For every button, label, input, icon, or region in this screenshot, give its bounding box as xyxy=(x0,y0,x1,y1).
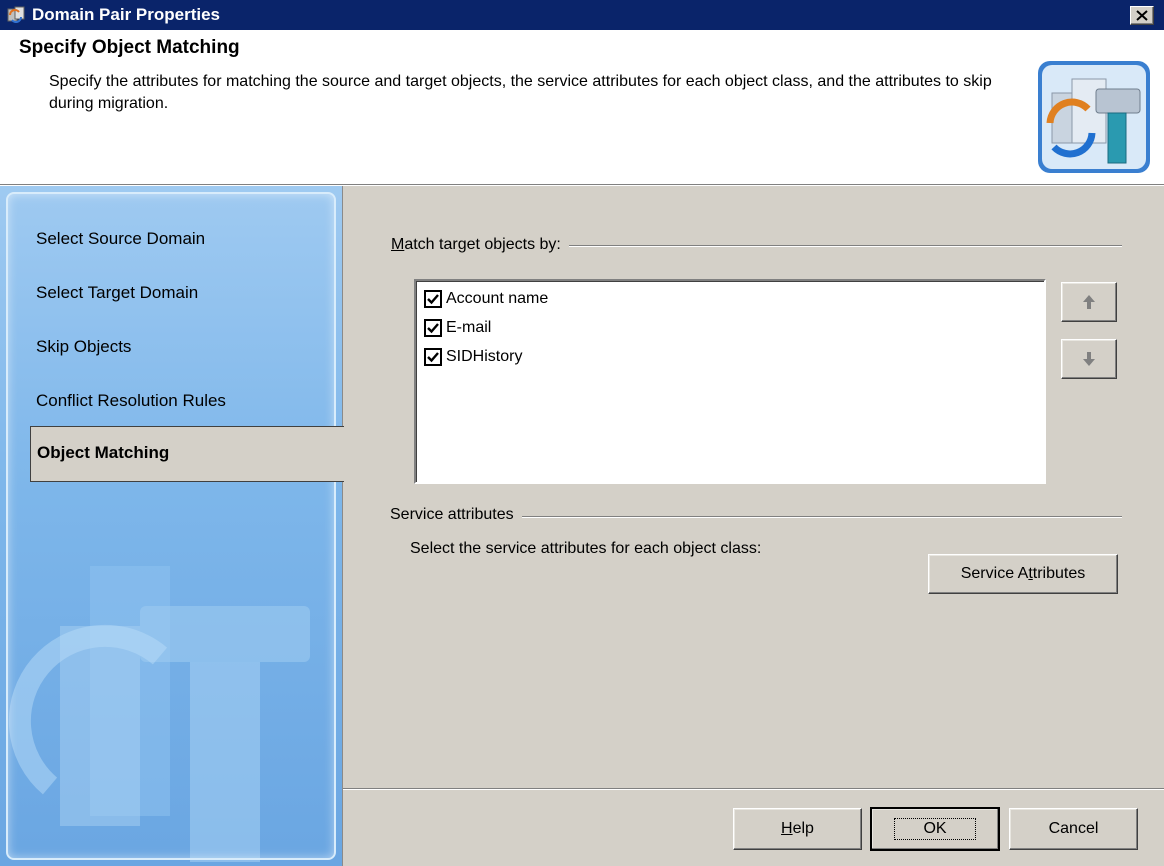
close-icon xyxy=(1136,10,1148,21)
checkbox[interactable] xyxy=(424,348,442,366)
close-button[interactable] xyxy=(1130,6,1154,25)
nav-item-skip-objects[interactable]: Skip Objects xyxy=(36,337,131,357)
migration-tool-icon xyxy=(1038,61,1150,173)
help-button[interactable]: Help xyxy=(733,808,862,850)
list-item-label: Account name xyxy=(446,290,549,307)
arrow-down-icon xyxy=(1083,352,1095,366)
match-group-label: Match target objects by: xyxy=(391,236,569,254)
nav-item-label: Object Matching xyxy=(37,443,170,462)
list-item[interactable]: Account name xyxy=(424,288,548,310)
checkbox[interactable] xyxy=(424,319,442,337)
title-bar: Domain Pair Properties xyxy=(0,0,1164,30)
list-item[interactable]: E-mail xyxy=(424,317,491,339)
nav-item-conflict-resolution-rules[interactable]: Conflict Resolution Rules xyxy=(36,391,226,411)
nav-item-select-target-domain[interactable]: Select Target Domain xyxy=(36,283,198,303)
app-icon xyxy=(7,6,25,23)
check-icon xyxy=(427,323,439,334)
list-item-label: SIDHistory xyxy=(446,348,523,365)
page-description: Specify the attributes for matching the … xyxy=(49,73,992,112)
nav-item-object-matching[interactable]: Object Matching xyxy=(30,426,344,482)
window-title: Domain Pair Properties xyxy=(32,5,221,24)
arrow-up-icon xyxy=(1083,295,1095,309)
match-attributes-list[interactable]: Account name E-mail SIDHistory xyxy=(414,279,1046,484)
list-item-label: E-mail xyxy=(446,319,492,336)
cancel-button[interactable]: Cancel xyxy=(1009,808,1138,850)
move-up-button[interactable] xyxy=(1061,282,1117,322)
list-item[interactable]: SIDHistory xyxy=(424,346,522,368)
checkbox[interactable] xyxy=(424,290,442,308)
check-icon xyxy=(427,294,439,305)
footer-divider xyxy=(343,788,1164,790)
ok-button[interactable]: OK xyxy=(870,807,1000,851)
service-group-label: Service attributes xyxy=(390,506,522,524)
service-attributes-button[interactable]: Service At tributes xyxy=(928,554,1118,594)
nav-item-select-source-domain[interactable]: Select Source Domain xyxy=(36,229,205,249)
page-title: Specify Object Matching xyxy=(19,37,240,58)
check-icon xyxy=(427,352,439,363)
service-description: Select the service attributes for each o… xyxy=(410,540,762,557)
move-down-button[interactable] xyxy=(1061,339,1117,379)
